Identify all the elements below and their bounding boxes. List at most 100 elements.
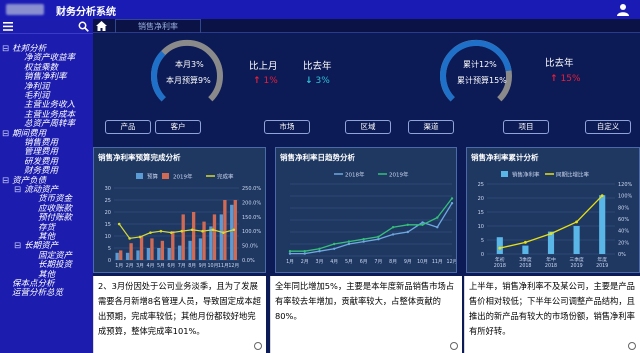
completion-rate-point — [211, 228, 215, 232]
series-point — [288, 252, 292, 255]
x-tick-label: 年中 — [546, 256, 556, 263]
gauge-current-label: 本月3% — [175, 60, 204, 69]
home-icon[interactable] — [96, 21, 107, 31]
legend-label: 销售净利率 — [512, 171, 540, 179]
arrow-down-icon: ↓ — [305, 76, 313, 86]
filter-custom-button[interactable]: 自定义 — [585, 120, 631, 134]
series-point — [406, 223, 410, 226]
series-point — [391, 233, 395, 236]
bar-budget — [230, 204, 234, 260]
series-point — [318, 247, 321, 250]
y2-tick-label: 100.0% — [242, 229, 261, 235]
bar-budget — [167, 248, 171, 260]
tab-net-profit-margin[interactable]: 销售净利率 — [115, 19, 201, 33]
info-icon[interactable] — [628, 342, 636, 350]
filter-project-button[interactable]: 项目 — [503, 120, 549, 134]
gauge-cumulative-budget-label: 累计预算15% — [457, 76, 507, 85]
gauge-fill — [440, 39, 512, 102]
bar-budget — [178, 245, 182, 260]
sidebar: ⊟ 杜邦分析 净资产收益率 权益乘数 销售净利率 净利润 毛利润 主营业务收入 主营业务成本 总资… — [0, 19, 93, 353]
collapse-toggle-icon[interactable]: ⊟ — [14, 241, 21, 251]
x-tick-label: 11月 — [432, 259, 443, 265]
y2-tick-label: 150.0% — [242, 215, 261, 221]
x-tick-label: 6月 — [360, 259, 368, 265]
series-point — [377, 235, 380, 238]
info-icon[interactable] — [254, 342, 262, 350]
collapse-toggle-icon[interactable]: ⊟ — [2, 44, 9, 54]
y-tick-label: 5 — [481, 238, 484, 244]
x-tick-sublabel: 2018 — [545, 263, 557, 269]
info-icon[interactable] — [450, 342, 458, 350]
completion-rate-point — [232, 228, 236, 232]
daily-trend-panel: 销售净利率日趋势分析 2018年 2019年 1月 2月 3月 4月 5月 6月 7月 8月 9月 1… — [275, 147, 457, 273]
x-tick-label: 5月 — [157, 263, 165, 269]
growth-rate-point — [524, 240, 527, 244]
y-tick-label: 15 — [105, 222, 111, 228]
app-title: 财务分析系统 — [56, 7, 116, 18]
top-bar: 财务分析系统 — [0, 0, 640, 19]
bar-net-profit — [599, 195, 606, 254]
completion-rate-point — [159, 229, 163, 233]
filter-channel-button[interactable]: 渠道 — [408, 120, 454, 134]
collapse-toggle-icon[interactable]: ⊟ — [2, 129, 9, 139]
compare-last-year-value: ↓ 3% — [305, 76, 330, 86]
bar-budget — [115, 252, 119, 260]
legend-label: 同期比增比率 — [556, 171, 590, 179]
filter-product-button[interactable]: 产品 — [105, 120, 151, 134]
series-line-2019年 — [290, 198, 453, 252]
bar-2019 — [171, 231, 175, 260]
budget-completion-panel: 销售净利率预算完成分析 预算 2019年 完成率 0 5 10 15 20 25 30 0.0% 50… — [93, 147, 266, 273]
x-tick-label: 8月 — [188, 263, 196, 269]
bar-2019 — [223, 200, 227, 260]
series-point — [421, 223, 424, 226]
bar-budget — [188, 240, 192, 260]
x-tick-label: 5月 — [345, 259, 353, 265]
x-tick-label: 4月 — [147, 263, 155, 269]
user-icon[interactable] — [616, 3, 630, 16]
search-icon[interactable] — [78, 21, 89, 32]
bar-2019 — [202, 221, 206, 260]
x-tick-label: 6月 — [167, 263, 175, 269]
bar-budget — [146, 248, 151, 260]
collapse-toggle-icon[interactable]: ⊟ — [14, 185, 21, 195]
y2-tick-label: 80% — [618, 205, 629, 211]
x-tick-label: 9月 — [404, 259, 412, 265]
completion-rate-point — [222, 231, 225, 234]
y2-tick-label: 0% — [618, 252, 626, 258]
sidebar-item-label: 运营分析总览 — [12, 288, 64, 299]
filter-customer-button[interactable]: 客户 — [155, 120, 201, 134]
x-tick-label: 3季度 — [519, 256, 532, 263]
menu-icon[interactable] — [3, 22, 13, 31]
series-point — [332, 242, 336, 246]
analysis-text-3: 上半年，销售净利率不及某公司，主要是产品售价相对较低；下半年公司调整产品结构，且… — [464, 276, 640, 353]
analysis-text-1: 2、3月份因处于公司业务淡季，且为了发展需要各月新增8名管理人员，导致固定成本超… — [93, 276, 266, 353]
filter-region-button[interactable]: 区域 — [345, 120, 391, 134]
filter-market-button[interactable]: 市场 — [264, 120, 310, 134]
bar-budget — [157, 248, 161, 260]
collapse-toggle-icon[interactable]: ⊟ — [2, 176, 9, 186]
compare-last-month-value: ↑ 1% — [253, 76, 278, 86]
y-tick-label: 10 — [478, 224, 484, 230]
bar-net-profit — [522, 245, 529, 254]
daily-trend-chart: 2018年 2019年 1月 2月 3月 4月 5月 6月 7月 8月 9月 10月 11月 12月 — [286, 171, 456, 266]
x-tick-label: 3月 — [316, 259, 324, 265]
x-tick-label: 3月 — [136, 263, 144, 269]
y-tick-label: 10 — [105, 234, 111, 240]
sidebar-item[interactable]: 运营分析总览 — [12, 289, 63, 298]
completion-rate-point — [180, 229, 184, 233]
legend-swatch — [162, 173, 169, 179]
y2-tick-label: 250.0% — [242, 186, 261, 192]
cumulative-chart: 销售净利率 同期比增比率 0 5 10 15 20 25 0% 20% 40% 60% 80% 100% 1… — [478, 171, 633, 270]
y2-tick-label: 200.0% — [242, 200, 261, 206]
series-point — [362, 240, 365, 243]
x-tick-label: 2月 — [301, 259, 309, 265]
legend-label: 2019年 — [389, 171, 409, 179]
growth-rate-point — [498, 246, 502, 250]
analysis-text-2: 全年同比增加5%，主要是本年度新品销售市场占有率较去年增加，贡献率较大，占整体贡… — [270, 276, 462, 353]
y2-tick-label: 60% — [618, 217, 629, 223]
y-tick-label: 0 — [481, 252, 484, 258]
x-tick-label: 1月 — [286, 259, 294, 265]
x-tick-label: 三季度 — [569, 256, 584, 263]
completion-rate-point — [117, 222, 121, 226]
series-line-2018年 — [290, 202, 453, 255]
